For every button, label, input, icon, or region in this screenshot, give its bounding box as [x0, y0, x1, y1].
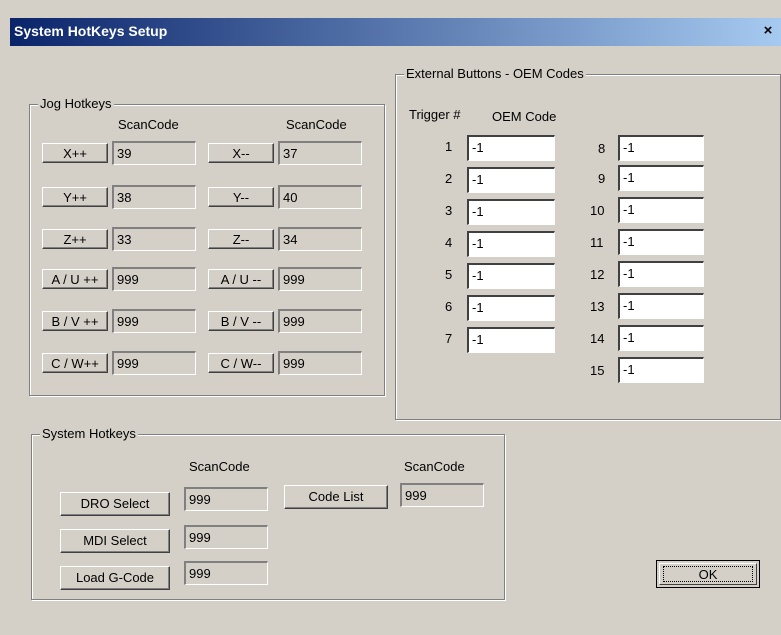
jog-left-scancode-field[interactable]: 39	[112, 141, 196, 165]
trigger-number: 10	[590, 203, 605, 218]
jog-left-scancode-field[interactable]: 999	[112, 309, 196, 333]
trigger-number: 1	[445, 139, 453, 154]
jog-right-scancode-field[interactable]: 37	[278, 141, 362, 165]
jog-hotkeys-group: Jog Hotkeys ScanCode ScanCode X++ 39 X-- 37…	[29, 96, 385, 396]
oem-code-field[interactable]: -1	[618, 197, 704, 223]
trigger-number: 11	[590, 235, 604, 250]
jog-right-scancode-field[interactable]: 999	[278, 309, 362, 333]
jog-right-button[interactable]: B / V --	[208, 311, 274, 331]
oem-code-field[interactable]: -1	[467, 231, 555, 257]
jog-hotkeys-label: Jog Hotkeys	[38, 96, 114, 111]
oem-code-field[interactable]: -1	[618, 229, 704, 255]
jog-left-scancode-field[interactable]: 999	[112, 267, 196, 291]
oem-code-field[interactable]: -1	[618, 135, 704, 161]
dialog-client: Jog Hotkeys ScanCode ScanCode X++ 39 X-- 37…	[10, 46, 781, 635]
external-buttons-label: External Buttons - OEM Codes	[404, 66, 586, 81]
code-list-button[interactable]: Code List	[284, 485, 388, 509]
jog-left-button[interactable]: A / U ++	[42, 269, 108, 289]
window-title: System HotKeys Setup	[14, 23, 168, 39]
load-gcode-button[interactable]: Load G-Code	[60, 566, 170, 590]
trigger-header: Trigger #	[409, 107, 461, 122]
ok-button-label: OK	[663, 566, 753, 582]
jog-right-button[interactable]: C / W--	[208, 353, 274, 373]
title-bar: System HotKeys Setup ×	[10, 18, 781, 46]
trigger-number: 4	[445, 235, 453, 250]
jog-left-button[interactable]: Z++	[42, 229, 108, 249]
jog-left-button[interactable]: C / W++	[42, 353, 108, 373]
jog-right-button[interactable]: A / U --	[208, 269, 274, 289]
jog-left-scancode-field[interactable]: 38	[112, 185, 196, 209]
system-scancode-header-right: ScanCode	[404, 459, 465, 474]
oem-code-field[interactable]: -1	[618, 293, 704, 319]
jog-left-button[interactable]: B / V ++	[42, 311, 108, 331]
oem-code-field[interactable]: -1	[467, 199, 555, 225]
trigger-number: 3	[445, 203, 453, 218]
trigger-number: 7	[445, 331, 453, 346]
trigger-number: 9	[598, 171, 606, 186]
dro-scancode-field[interactable]: 999	[184, 487, 268, 511]
jog-left-scancode-field[interactable]: 999	[112, 351, 196, 375]
oem-code-field[interactable]: -1	[618, 261, 704, 287]
jog-right-scancode-field[interactable]: 999	[278, 351, 362, 375]
oem-code-field[interactable]: -1	[467, 135, 555, 161]
jog-scancode-header-left: ScanCode	[118, 117, 179, 132]
oem-code-field[interactable]: -1	[618, 325, 704, 351]
close-button[interactable]: ×	[759, 22, 777, 40]
jog-scancode-header-right: ScanCode	[286, 117, 347, 132]
oem-code-field[interactable]: -1	[467, 167, 555, 193]
jog-left-button[interactable]: X++	[42, 143, 108, 163]
trigger-number: 6	[445, 299, 453, 314]
mdi-select-button[interactable]: MDI Select	[60, 529, 170, 553]
trigger-number: 14	[590, 331, 605, 346]
jog-left-scancode-field[interactable]: 33	[112, 227, 196, 251]
trigger-number: 5	[445, 267, 453, 282]
trigger-number: 12	[590, 267, 605, 282]
jog-left-button[interactable]: Y++	[42, 187, 108, 207]
oem-code-field[interactable]: -1	[467, 295, 555, 321]
oem-code-field[interactable]: -1	[618, 165, 704, 191]
jog-right-button[interactable]: Z--	[208, 229, 274, 249]
jog-right-scancode-field[interactable]: 40	[278, 185, 362, 209]
jog-right-button[interactable]: Y--	[208, 187, 274, 207]
oem-code-field[interactable]: -1	[467, 327, 555, 353]
trigger-number: 8	[598, 141, 606, 156]
trigger-number: 15	[590, 363, 605, 378]
dro-select-button[interactable]: DRO Select	[60, 492, 170, 516]
trigger-number: 13	[590, 299, 605, 314]
jog-right-scancode-field[interactable]: 999	[278, 267, 362, 291]
oem-code-header: OEM Code	[492, 109, 557, 124]
trigger-number: 2	[445, 171, 453, 186]
ok-button[interactable]: OK	[656, 560, 760, 588]
load-gcode-scancode-field[interactable]: 999	[184, 561, 268, 585]
dialog-window: System HotKeys Setup × Jog Hotkeys ScanC…	[0, 0, 781, 635]
system-hotkeys-group: System Hotkeys ScanCode ScanCode DRO Sel…	[31, 426, 505, 600]
mdi-scancode-field[interactable]: 999	[184, 525, 268, 549]
jog-right-button[interactable]: X--	[208, 143, 274, 163]
system-hotkeys-label: System Hotkeys	[40, 426, 138, 441]
system-scancode-header-left: ScanCode	[189, 459, 250, 474]
jog-right-scancode-field[interactable]: 34	[278, 227, 362, 251]
oem-code-field[interactable]: -1	[467, 263, 555, 289]
external-buttons-group: External Buttons - OEM Codes Trigger # O…	[395, 66, 781, 420]
code-list-scancode-field[interactable]: 999	[400, 483, 484, 507]
oem-code-field[interactable]: -1	[618, 357, 704, 383]
